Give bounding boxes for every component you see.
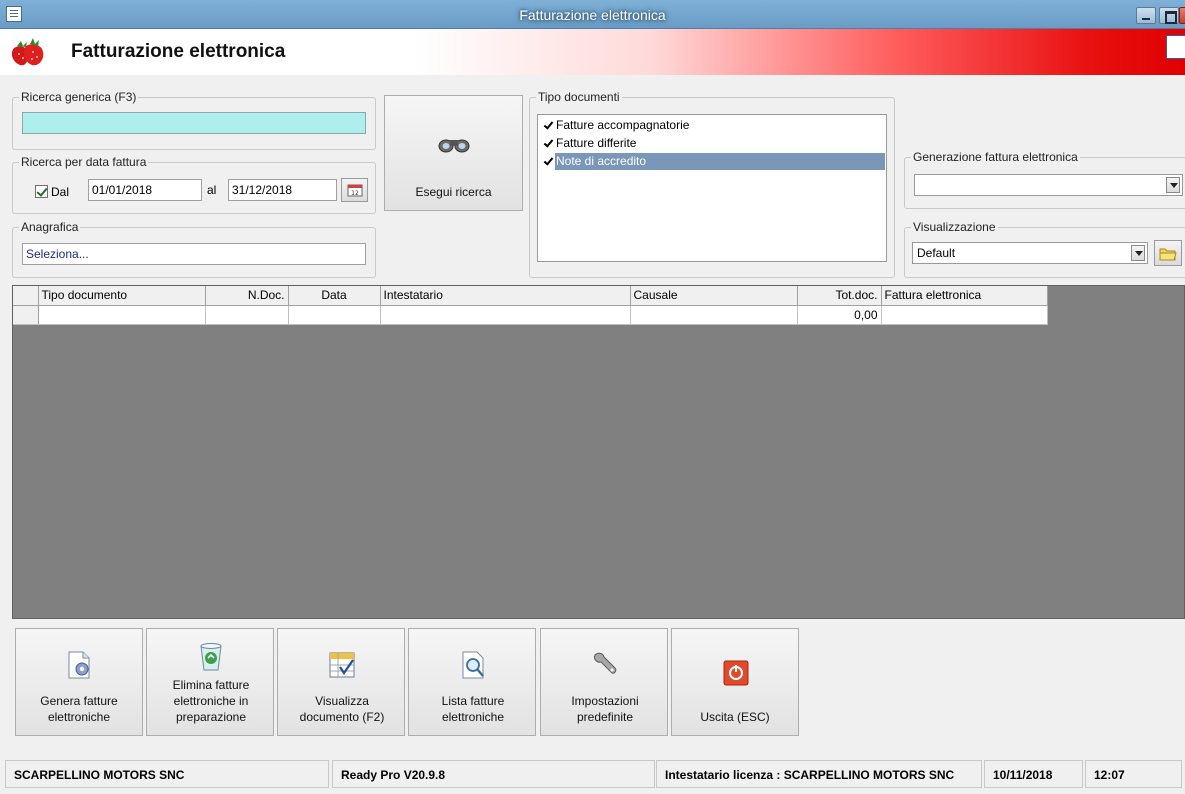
- table-cell[interactable]: [881, 305, 1048, 325]
- page-title: Fatturazione elettronica: [71, 41, 286, 62]
- view-group: Visualizzazione Default: [904, 220, 1185, 278]
- documents-grid[interactable]: Tipo documento N.Doc. Data Intestatario …: [12, 285, 1185, 619]
- generation-legend: Generazione fattura elettronica: [911, 150, 1080, 164]
- table-cell[interactable]: 0,00: [797, 305, 882, 325]
- column-header[interactable]: Fattura elettronica: [881, 286, 1048, 306]
- generic-search-input[interactable]: [22, 112, 366, 134]
- default-settings-label: Impostazioni predefinite: [571, 694, 639, 724]
- delete-invoices-button[interactable]: Elimina fatture elettroniche in preparaz…: [146, 628, 274, 736]
- document-type-item-selected[interactable]: Note di accredito: [541, 153, 885, 170]
- generic-search-legend: Ricerca generica (F3): [19, 90, 139, 104]
- delete-invoices-label: Elimina fatture elettroniche in preparaz…: [172, 678, 250, 724]
- minimize-button[interactable]: [1136, 7, 1156, 24]
- document-types-list: Fatture accompagnatorie Fatture differit…: [537, 114, 887, 262]
- window-title: Fatturazione elettronica: [519, 7, 666, 23]
- registry-select-input[interactable]: [22, 243, 366, 265]
- document-list-icon[interactable]: [1166, 35, 1185, 59]
- status-date: 10/11/2018: [984, 760, 1083, 788]
- column-header[interactable]: Data: [288, 286, 381, 306]
- date-from-input[interactable]: [88, 179, 202, 201]
- status-time: 12:07: [1085, 760, 1182, 788]
- view-document-icon: [329, 652, 355, 678]
- dal-label: Dal: [51, 185, 70, 199]
- view-legend: Visualizzazione: [911, 220, 998, 234]
- checkbox-check-icon[interactable]: [543, 121, 553, 131]
- status-company: SCARPELLINO MOTORS SNC: [5, 760, 329, 788]
- search-execute-label: Esegui ricerca: [415, 185, 492, 199]
- date-search-group: Ricerca per data fattura Dal al 12: [12, 155, 376, 214]
- close-button[interactable]: [1179, 7, 1185, 24]
- table-cell[interactable]: [288, 305, 381, 325]
- table-row[interactable]: 0,00: [13, 305, 1048, 325]
- date-search-legend: Ricerca per data fattura: [19, 155, 149, 169]
- registry-group: Anagrafica: [12, 220, 376, 278]
- generate-invoice-icon: [68, 651, 90, 679]
- table-cell[interactable]: [38, 305, 206, 325]
- document-types-legend: Tipo documenti: [536, 90, 622, 104]
- strawberry-logo-icon: [11, 38, 44, 66]
- al-label: al: [207, 183, 217, 197]
- generation-select[interactable]: [914, 174, 1183, 196]
- registry-legend: Anagrafica: [19, 220, 81, 234]
- document-types-group: Tipo documenti Fatture accompagnatorie F…: [529, 90, 895, 278]
- maximize-button[interactable]: [1159, 7, 1179, 24]
- row-header[interactable]: [13, 305, 39, 325]
- document-type-item[interactable]: Fatture accompagnatorie: [541, 117, 884, 134]
- checkbox-check-icon[interactable]: [543, 139, 553, 149]
- column-header[interactable]: Tipo documento: [38, 286, 206, 306]
- status-version: Ready Pro V20.9.8: [332, 760, 655, 788]
- recycle-bin-icon: [200, 643, 222, 671]
- dal-checkbox[interactable]: [35, 185, 48, 198]
- svg-text:12: 12: [351, 190, 359, 197]
- default-settings-button[interactable]: Impostazioni predefinite: [540, 628, 668, 736]
- generate-invoices-button[interactable]: Genera fatture elettroniche: [15, 628, 143, 736]
- exit-icon: [723, 660, 749, 686]
- column-header[interactable]: N.Doc.: [205, 286, 289, 306]
- binoculars-icon: [438, 139, 470, 153]
- checkbox-check-icon[interactable]: [543, 157, 553, 167]
- generate-invoices-label: Genera fatture elettroniche: [40, 694, 118, 724]
- column-header[interactable]: Tot.doc.: [797, 286, 882, 306]
- documents-table: Tipo documento N.Doc. Data Intestatario …: [13, 286, 1048, 325]
- open-folder-button[interactable]: [1154, 240, 1182, 266]
- column-header[interactable]: Intestatario: [380, 286, 631, 306]
- table-header-row: Tipo documento N.Doc. Data Intestatario …: [13, 286, 1048, 306]
- generation-group: Generazione fattura elettronica: [904, 150, 1185, 209]
- search-execute-button[interactable]: Esegui ricerca: [384, 95, 523, 211]
- exit-label: Uscita (ESC): [700, 710, 770, 724]
- row-header-corner: [13, 286, 39, 306]
- date-to-input[interactable]: [228, 179, 337, 201]
- invoice-list-label: Lista fatture elettroniche: [441, 694, 505, 724]
- table-cell[interactable]: [630, 305, 798, 325]
- folder-icon: [1159, 248, 1177, 261]
- document-type-item[interactable]: Fatture differite: [541, 135, 884, 152]
- wrench-icon: [594, 652, 617, 674]
- view-document-button[interactable]: Visualizza documento (F2): [277, 628, 405, 736]
- exit-button[interactable]: Uscita (ESC): [671, 628, 799, 736]
- window-titlebar: Fatturazione elettronica: [0, 0, 1185, 29]
- header-banner: Fatturazione elettronica: [0, 29, 1185, 75]
- chevron-down-icon[interactable]: [1166, 177, 1180, 193]
- view-select[interactable]: Default: [912, 242, 1148, 264]
- column-header[interactable]: Causale: [630, 286, 798, 306]
- table-cell[interactable]: [205, 305, 289, 325]
- chevron-down-icon[interactable]: [1131, 245, 1145, 261]
- status-bar: SCARPELLINO MOTORS SNC Ready Pro V20.9.8…: [0, 758, 1185, 794]
- invoice-list-icon: [462, 651, 484, 679]
- calendar-button[interactable]: 12: [341, 178, 368, 202]
- invoice-list-button[interactable]: Lista fatture elettroniche: [408, 628, 536, 736]
- status-license: Intestatario licenza : SCARPELLINO MOTOR…: [656, 760, 982, 788]
- table-cell[interactable]: [380, 305, 631, 325]
- view-document-label: Visualizza documento (F2): [299, 694, 385, 724]
- generic-search-group: Ricerca generica (F3): [12, 90, 376, 150]
- calendar-icon: 12: [347, 184, 363, 197]
